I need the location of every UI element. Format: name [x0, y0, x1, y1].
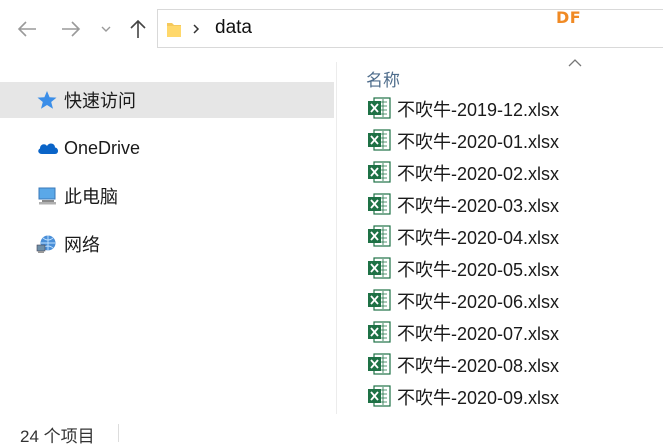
- excel-file-icon: [367, 353, 391, 380]
- list-item[interactable]: 不吹牛-2020-07.xlsx: [363, 316, 663, 348]
- list-item[interactable]: 不吹牛-2020-05.xlsx: [363, 252, 663, 284]
- excel-file-icon: [367, 97, 391, 124]
- list-item[interactable]: 不吹牛-2020-09.xlsx: [363, 380, 663, 412]
- excel-file-icon: [367, 129, 391, 156]
- network-icon: [36, 234, 58, 254]
- computer-icon: [36, 186, 58, 206]
- up-button[interactable]: [122, 14, 154, 44]
- star-icon: [36, 90, 58, 110]
- excel-file-icon: [367, 289, 391, 316]
- recent-locations-button[interactable]: [96, 14, 116, 44]
- excel-file-icon: [367, 225, 391, 252]
- list-item[interactable]: 不吹牛-2020-03.xlsx: [363, 188, 663, 220]
- sidebar-item-label: 快速访问: [64, 91, 136, 111]
- chevron-down-icon: [101, 25, 111, 33]
- excel-file-icon: [367, 385, 391, 412]
- excel-file-icon: [367, 161, 391, 188]
- folder-icon: [166, 20, 182, 43]
- breadcrumb-data[interactable]: data: [215, 17, 252, 39]
- arrow-left-icon: [17, 21, 37, 37]
- watermark-logo: DF: [556, 8, 582, 27]
- breadcrumb-separator-icon[interactable]: [191, 20, 201, 43]
- list-item[interactable]: 不吹牛-2020-04.xlsx: [363, 220, 663, 252]
- excel-file-icon: [367, 193, 391, 220]
- file-name: 不吹牛-2020-08.xlsx: [397, 356, 560, 376]
- file-name: 不吹牛-2019-12.xlsx: [397, 100, 560, 120]
- cloud-icon: [36, 138, 58, 158]
- sort-ascending-icon: [568, 55, 582, 73]
- list-item[interactable]: 不吹牛-2020-02.xlsx: [363, 156, 663, 188]
- arrow-up-icon: [130, 19, 146, 39]
- sidebar-item-onedrive[interactable]: OneDrive: [0, 130, 336, 166]
- list-item[interactable]: 不吹牛-2020-01.xlsx: [363, 124, 663, 156]
- back-button[interactable]: [10, 14, 44, 44]
- pane-divider[interactable]: [336, 62, 337, 414]
- file-name: 不吹牛-2020-01.xlsx: [397, 132, 560, 152]
- sidebar-item-network[interactable]: 网络: [0, 226, 336, 262]
- file-list: 不吹牛-2019-12.xlsx 不吹牛-2020-01.xlsx 不吹牛-20…: [363, 92, 663, 412]
- list-item[interactable]: 不吹牛-2019-12.xlsx: [363, 92, 663, 124]
- forward-button[interactable]: [54, 14, 88, 44]
- file-name: 不吹牛-2020-04.xlsx: [397, 228, 560, 248]
- file-name: 不吹牛-2020-02.xlsx: [397, 164, 560, 184]
- file-name: 不吹牛-2020-03.xlsx: [397, 196, 560, 216]
- column-header-name[interactable]: 名称: [366, 66, 400, 91]
- navigation-pane: 快速访问 OneDrive 此电脑 网络: [0, 82, 336, 274]
- file-name: 不吹牛-2020-07.xlsx: [397, 324, 560, 344]
- excel-file-icon: [367, 321, 391, 348]
- status-item-count: 24 个项目: [20, 427, 95, 446]
- sidebar-item-this-pc[interactable]: 此电脑: [0, 178, 336, 214]
- arrow-right-icon: [61, 21, 81, 37]
- file-name: 不吹牛-2020-05.xlsx: [397, 260, 560, 280]
- file-name: 不吹牛-2020-09.xlsx: [397, 388, 560, 408]
- excel-file-icon: [367, 257, 391, 284]
- address-bar[interactable]: data: [157, 9, 663, 48]
- sidebar-item-quick-access[interactable]: 快速访问: [0, 82, 334, 118]
- sidebar-item-label: 网络: [64, 235, 100, 255]
- file-name: 不吹牛-2020-06.xlsx: [397, 292, 560, 312]
- list-item[interactable]: 不吹牛-2020-06.xlsx: [363, 284, 663, 316]
- list-item[interactable]: 不吹牛-2020-08.xlsx: [363, 348, 663, 380]
- sidebar-item-label: 此电脑: [64, 187, 118, 207]
- status-divider: [118, 424, 119, 442]
- sidebar-item-label: OneDrive: [64, 137, 141, 158]
